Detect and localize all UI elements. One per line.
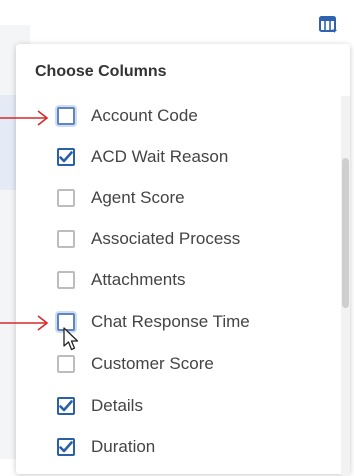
option-label: Account Code [91,106,198,125]
option-label: Duration [91,437,156,456]
choose-columns-button[interactable] [316,13,342,39]
checkbox-duration[interactable] [57,438,75,456]
panel-title: Choose Columns [35,63,167,80]
column-option-acd-wait-reason[interactable]: ACD Wait Reason [57,145,228,169]
column-option-chat-response-time[interactable]: Chat Response Time [57,310,250,334]
column-option-customer-score[interactable]: Customer Score [57,352,214,376]
columns-settings-icon [319,16,337,33]
option-label: Details [91,396,143,415]
column-option-account-code[interactable]: Account Code [57,104,198,128]
scrollbar-thumb[interactable] [342,158,349,308]
arrow-right-icon [0,315,49,331]
checkbox-customer-score[interactable] [57,355,75,373]
panel-scrollbar[interactable] [341,96,350,476]
column-option-attachments[interactable]: Attachments [57,268,186,292]
checkmark-icon [59,400,73,412]
option-label: Associated Process [91,229,241,248]
column-option-agent-score[interactable]: Agent Score [57,186,185,210]
choose-columns-panel: Choose Columns Account Code ACD Wait Rea… [16,44,350,476]
option-label: Chat Response Time [91,312,250,331]
checkmark-icon [59,441,73,453]
column-option-details[interactable]: Details [57,394,143,418]
option-label: Attachments [91,270,186,289]
column-option-associated-process[interactable]: Associated Process [57,227,240,251]
mouse-pointer-icon [63,327,79,351]
checkbox-associated-process[interactable] [57,230,75,248]
checkmark-icon [59,151,73,163]
option-label: Customer Score [91,354,214,373]
checkbox-agent-score[interactable] [57,189,75,207]
option-label: Agent Score [91,188,185,207]
checkbox-details[interactable] [57,397,75,415]
checkbox-attachments[interactable] [57,271,75,289]
checkbox-acd-wait-reason[interactable] [57,148,75,166]
arrow-right-icon [0,110,49,126]
column-option-duration[interactable]: Duration [57,435,155,459]
option-label: ACD Wait Reason [91,147,229,166]
checkbox-account-code[interactable] [57,107,75,125]
